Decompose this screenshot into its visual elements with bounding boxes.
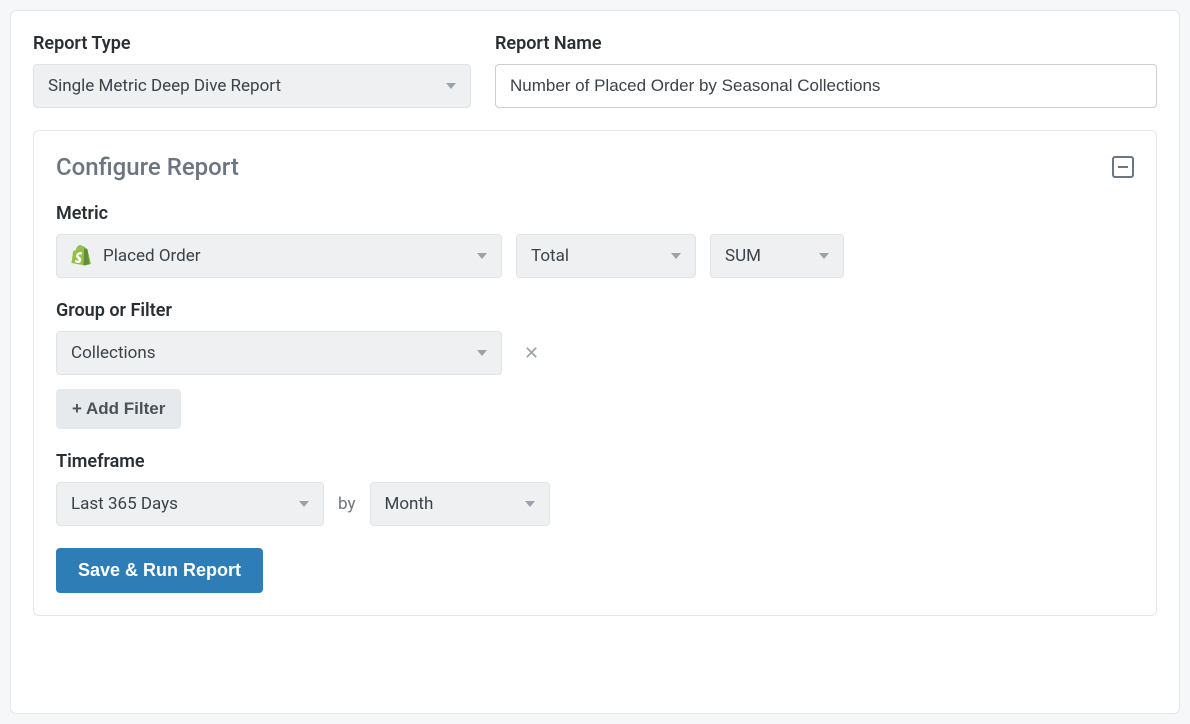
shopify-icon — [69, 244, 93, 268]
metric-aggregate-value: Total — [531, 246, 569, 266]
save-run-report-button[interactable]: Save & Run Report — [56, 548, 263, 593]
top-row: Report Type Single Metric Deep Dive Repo… — [33, 33, 1157, 108]
chevron-down-icon — [299, 501, 309, 507]
report-name-label: Report Name — [495, 33, 1157, 54]
report-builder-panel: Report Type Single Metric Deep Dive Repo… — [10, 10, 1180, 714]
timeframe-range-select[interactable]: Last 365 Days — [56, 482, 324, 526]
configure-header: Configure Report — [56, 153, 1134, 181]
metric-select[interactable]: Placed Order — [56, 234, 502, 278]
report-type-select[interactable]: Single Metric Deep Dive Report — [33, 64, 471, 108]
group-or-filter-label: Group or Filter — [56, 300, 1134, 321]
filter-select[interactable]: Collections — [56, 331, 502, 375]
metric-aggregate-select[interactable]: Total — [516, 234, 696, 278]
report-name-input[interactable] — [495, 64, 1157, 108]
filter-value: Collections — [71, 343, 156, 363]
chevron-down-icon — [525, 501, 535, 507]
chevron-down-icon — [671, 253, 681, 259]
metric-value: Placed Order — [103, 246, 200, 266]
timeframe-bucket-select[interactable]: Month — [370, 482, 550, 526]
close-icon: ✕ — [524, 343, 539, 364]
chevron-down-icon — [477, 350, 487, 356]
configure-title: Configure Report — [56, 153, 239, 181]
add-filter-button[interactable]: + Add Filter — [56, 389, 181, 429]
report-type-label: Report Type — [33, 33, 471, 54]
timeframe-by-label: by — [338, 494, 356, 514]
minus-icon — [1118, 166, 1128, 168]
filter-section: Group or Filter Collections ✕ + Add Filt… — [56, 300, 1134, 429]
remove-filter-button[interactable]: ✕ — [516, 343, 547, 364]
chevron-down-icon — [446, 83, 456, 89]
timeframe-bucket-value: Month — [385, 494, 434, 514]
collapse-button[interactable] — [1112, 156, 1134, 178]
chevron-down-icon — [477, 253, 487, 259]
timeframe-range-value: Last 365 Days — [71, 494, 178, 514]
metric-label: Metric — [56, 203, 1134, 224]
metric-operation-value: SUM — [725, 246, 761, 266]
chevron-down-icon — [819, 253, 829, 259]
timeframe-label: Timeframe — [56, 451, 1134, 472]
report-name-field: Report Name — [495, 33, 1157, 108]
report-type-field: Report Type Single Metric Deep Dive Repo… — [33, 33, 471, 108]
metric-section: Metric Placed Order Total SUM — [56, 203, 1134, 278]
metric-operation-select[interactable]: SUM — [710, 234, 844, 278]
report-type-value: Single Metric Deep Dive Report — [48, 76, 281, 96]
configure-report-card: Configure Report Metric Placed Order — [33, 130, 1157, 616]
timeframe-section: Timeframe Last 365 Days by Month — [56, 451, 1134, 526]
